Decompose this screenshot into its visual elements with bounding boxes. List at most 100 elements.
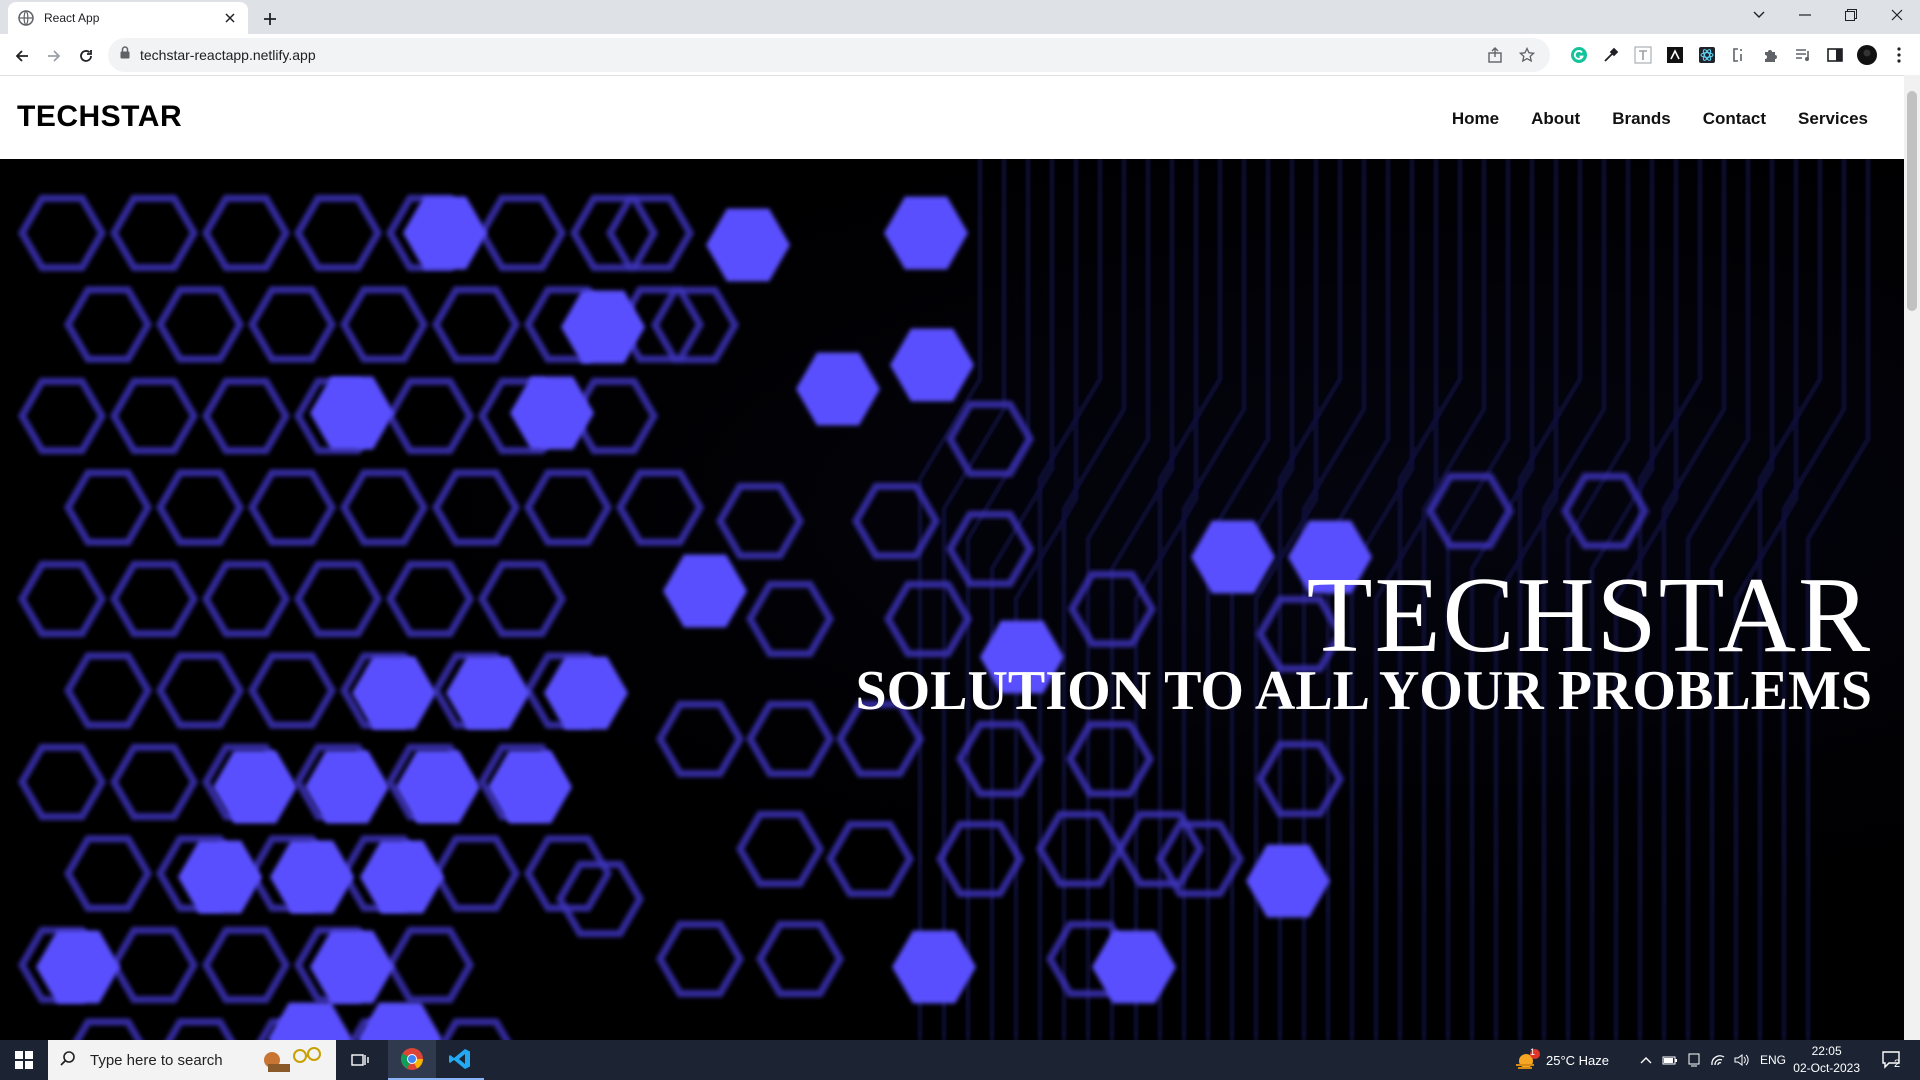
- language-indicator[interactable]: ENG: [1760, 1040, 1786, 1080]
- profile-avatar[interactable]: [1856, 44, 1878, 66]
- hexagon-shape: [165, 1018, 235, 1040]
- page-scrollbar[interactable]: [1904, 75, 1920, 1040]
- text-extension-icon[interactable]: [1632, 44, 1654, 66]
- hexagon-shape: [63, 835, 153, 912]
- reload-button[interactable]: [72, 42, 100, 70]
- hexagon-shape: [431, 835, 521, 912]
- hexagon-shape: [477, 194, 567, 272]
- battery-icon[interactable]: [1660, 1040, 1680, 1080]
- side-panel-icon[interactable]: [1824, 44, 1846, 66]
- hexagon-shape: [523, 469, 613, 546]
- hexagon-shape: [293, 560, 383, 638]
- hexagon-shape: [352, 656, 436, 730]
- nav-services-link[interactable]: Services: [1798, 109, 1868, 129]
- circuit-trace: [1205, 159, 1271, 1040]
- hexagon-shape: [431, 469, 521, 546]
- wifi-icon[interactable]: [1708, 1040, 1728, 1080]
- task-view-icon[interactable]: [340, 1040, 380, 1080]
- circuit-trace: [989, 159, 1055, 1040]
- search-highlight-illustration-icon: [256, 1042, 328, 1079]
- site-brand-logo[interactable]: TECHSTAR: [17, 100, 182, 134]
- weather-text[interactable]: 25°C Haze: [1546, 1040, 1609, 1080]
- hexagon-shape: [715, 482, 805, 560]
- hexagon-shape: [1425, 472, 1515, 550]
- hexagon-shape: [201, 560, 291, 638]
- scrollbar-thumb[interactable]: [1907, 91, 1917, 311]
- eyedropper-extension-icon[interactable]: [1600, 44, 1622, 66]
- hexagon-shape: [178, 840, 262, 914]
- weather-badge: 1: [1530, 1047, 1536, 1057]
- puzzle-extensions-icon[interactable]: [1760, 44, 1782, 66]
- hexagon-shape: [1191, 520, 1275, 594]
- minimize-button[interactable]: [1782, 0, 1828, 30]
- close-tab-icon[interactable]: [222, 10, 238, 26]
- vscode-taskbar-icon[interactable]: [436, 1040, 484, 1080]
- back-button[interactable]: [8, 42, 36, 70]
- kebab-menu-icon[interactable]: [1888, 44, 1910, 66]
- hexagon-shape: [655, 700, 745, 778]
- react-devtools-extension-icon[interactable]: [1696, 44, 1718, 66]
- hexagon-shape: [270, 840, 354, 914]
- system-clock[interactable]: 22:05 02-Oct-2023: [1793, 1043, 1860, 1077]
- url-text: techstar-reactapp.netlify.app: [140, 47, 316, 63]
- share-icon[interactable]: [1484, 44, 1506, 66]
- circuit-trace: [1181, 159, 1247, 1040]
- restore-button[interactable]: [1828, 0, 1874, 30]
- media-list-icon[interactable]: [1792, 44, 1814, 66]
- code-extension-icon[interactable]: [1728, 44, 1750, 66]
- chevron-up-icon[interactable]: [1636, 1040, 1656, 1080]
- weather-icon[interactable]: [1512, 1040, 1542, 1080]
- dark-extension-icon[interactable]: [1664, 44, 1686, 66]
- hexagon-shape: [890, 328, 974, 402]
- taskbar-search-input[interactable]: Type here to search: [48, 1040, 336, 1080]
- circuit-trace: [917, 159, 983, 1040]
- hexagon-shape: [201, 194, 291, 272]
- hexagon-shape: [17, 560, 107, 638]
- windows-start-icon[interactable]: [0, 1040, 48, 1080]
- lock-icon: [120, 46, 130, 64]
- nav-brands-link[interactable]: Brands: [1612, 109, 1671, 129]
- browser-tab[interactable]: React App: [8, 2, 248, 34]
- hexagon-shape: [339, 286, 429, 363]
- hexagon-shape: [385, 560, 475, 638]
- volume-icon[interactable]: [1732, 1040, 1752, 1080]
- nav-contact-link[interactable]: Contact: [1703, 109, 1766, 129]
- hexagon-shape: [109, 560, 199, 638]
- hexagon-shape: [510, 376, 594, 450]
- circuit-trace: [1085, 159, 1151, 1040]
- hexagon-shape: [735, 810, 825, 888]
- hexagon-shape: [1246, 844, 1330, 918]
- hexagon-shape: [73, 1018, 143, 1040]
- hexagon-shape: [706, 208, 790, 282]
- new-tab-button[interactable]: [258, 7, 282, 31]
- nav-home-link[interactable]: Home: [1452, 109, 1499, 129]
- search-placeholder: Type here to search: [90, 1051, 223, 1069]
- tab-search-icon[interactable]: [1736, 0, 1782, 30]
- hexagon-shape: [655, 920, 745, 998]
- hexagon-shape: [63, 286, 153, 363]
- chrome-taskbar-icon[interactable]: [388, 1040, 436, 1080]
- hexagon-shape: [441, 1018, 511, 1040]
- grammarly-extension-icon[interactable]: [1568, 44, 1590, 66]
- nav-about-link[interactable]: About: [1531, 109, 1580, 129]
- address-bar[interactable]: techstar-reactapp.netlify.app: [108, 38, 1550, 72]
- hexagon-shape: [109, 377, 199, 455]
- clock-date: 02-Oct-2023: [1793, 1061, 1860, 1075]
- bookmark-star-icon[interactable]: [1516, 44, 1538, 66]
- hexagon-shape: [663, 554, 747, 628]
- hexagon-shape: [36, 930, 120, 1004]
- circuit-trace: [1157, 159, 1223, 1040]
- close-window-button[interactable]: [1874, 0, 1920, 30]
- browser-tabbar: React App: [0, 0, 1920, 34]
- notifications-icon[interactable]: 2: [1872, 1040, 1912, 1080]
- hexagon-shape: [247, 469, 337, 546]
- device-icon[interactable]: [1684, 1040, 1704, 1080]
- hexagon-shape: [155, 286, 245, 363]
- forward-button[interactable]: [40, 42, 68, 70]
- hexagon-shape: [796, 352, 880, 426]
- hexagon-shape: [650, 286, 740, 364]
- site-navbar: TECHSTAR Home About Brands Contact Servi…: [0, 75, 1904, 159]
- hexagon-shape: [431, 286, 521, 363]
- hexagon-shape: [155, 469, 245, 546]
- hexagon-shape: [385, 926, 475, 1004]
